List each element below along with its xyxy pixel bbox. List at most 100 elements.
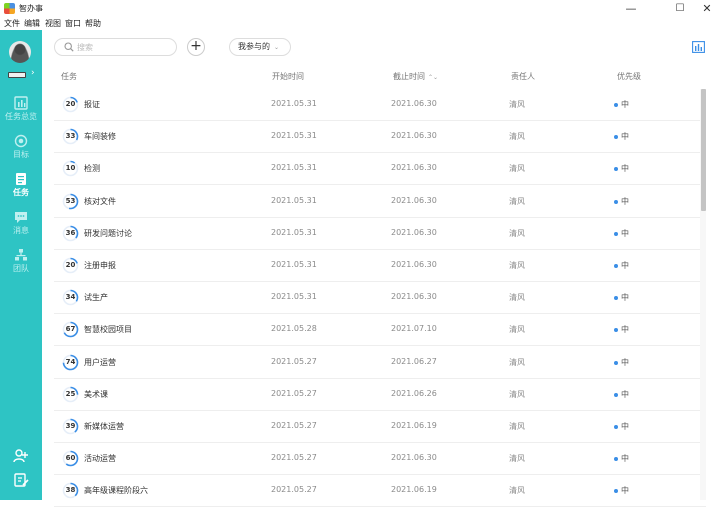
owner-name: 清风: [509, 293, 525, 303]
end-date: 2021.06.27: [391, 356, 437, 366]
priority-dot: [614, 135, 618, 140]
table-row[interactable]: 74 用户运营 2021.05.27 2021.06.27 清风 中: [54, 347, 706, 379]
sidebar-item-label: 任务总览: [5, 112, 37, 121]
column-task[interactable]: 任务: [61, 71, 77, 82]
table-row[interactable]: 60 活动运营 2021.05.27 2021.06.30 清风 中: [54, 443, 706, 476]
start-date: 2021.05.27: [271, 356, 317, 366]
close-button[interactable]: ✕: [694, 1, 720, 16]
maximize-button[interactable]: ☐: [667, 1, 693, 16]
priority-dot: [614, 425, 618, 429]
owner-name: 清风: [509, 422, 525, 431]
owner-name: 清风: [509, 261, 525, 270]
column-end[interactable]: 截止时间 ⌃⌄: [393, 71, 438, 82]
owner-name: 清风: [509, 228, 525, 238]
progress-ring: 20: [62, 96, 79, 113]
task-name[interactable]: 活动运营: [84, 453, 116, 464]
progress-value: 67: [65, 325, 76, 334]
table-row[interactable]: 38 高年级课程阶段六 2021.05.27 2021.06.19 清风 中: [54, 475, 706, 507]
add-task-button[interactable]: +: [187, 38, 205, 56]
end-date: 2021.06.19: [391, 485, 437, 495]
menu-file[interactable]: 文件: [4, 18, 20, 29]
owner-name: 清风: [509, 164, 525, 174]
priority-value: 中: [621, 357, 629, 367]
task-name[interactable]: 新媒体运营: [84, 421, 124, 432]
menu-edit[interactable]: 编辑: [24, 18, 40, 29]
sort-icon[interactable]: ⌃⌄: [428, 74, 438, 81]
column-priority[interactable]: 优先级: [617, 71, 641, 82]
task-name[interactable]: 检测: [84, 163, 100, 174]
owner-name: 清风: [509, 196, 525, 206]
table-row[interactable]: 53 核对文件 2021.05.31 2021.06.30 清风 中: [54, 186, 706, 218]
filter-dropdown[interactable]: 我参与的 ⌄: [229, 38, 291, 56]
start-date: 2021.05.31: [271, 99, 317, 108]
sidebar-item-target[interactable]: 目标: [0, 130, 42, 166]
table-row[interactable]: 39 新媒体运营 2021.05.27 2021.06.19 清风 中: [54, 411, 706, 443]
sidebar-item-team[interactable]: 团队: [0, 244, 42, 280]
view-toggle-icon[interactable]: [692, 41, 705, 53]
filter-label: 我参与的: [238, 42, 270, 51]
menu-window[interactable]: 窗口: [65, 18, 81, 29]
start-date: 2021.05.27: [271, 485, 317, 495]
task-name[interactable]: 研发问题讨论: [84, 228, 132, 239]
task-name[interactable]: 核对文件: [84, 196, 116, 207]
task-name[interactable]: 试生产: [84, 292, 108, 303]
priority-value: 中: [621, 196, 629, 206]
scrollbar-thumb[interactable]: [701, 89, 706, 211]
table-row[interactable]: 20 注册申报 2021.05.31 2021.06.30 清风 中: [54, 250, 706, 282]
chevron-right-icon[interactable]: ›: [31, 68, 35, 78]
edit-note-icon[interactable]: [13, 472, 29, 488]
minimize-button[interactable]: —: [618, 1, 644, 16]
sidebar: › 任务总览 目标 任务 消息 团队: [0, 30, 42, 500]
table-row[interactable]: 67 智慧校园项目 2021.05.28 2021.07.10 清风 中: [54, 314, 706, 347]
column-start[interactable]: 开始时间: [272, 71, 304, 82]
task-name[interactable]: 高年级课程阶段六: [84, 485, 148, 496]
start-date: 2021.05.28: [271, 324, 317, 334]
column-owner[interactable]: 责任人: [511, 71, 535, 82]
table-row[interactable]: 33 车间装修 2021.05.31 2021.06.30 清风 中: [54, 121, 706, 154]
end-date: 2021.06.30: [391, 260, 437, 269]
table-row[interactable]: 34 试生产 2021.05.31 2021.06.30 清风 中: [54, 282, 706, 315]
search-placeholder: 搜索: [77, 43, 93, 52]
task-name[interactable]: 报证: [84, 99, 100, 110]
task-name[interactable]: 用户运营: [84, 357, 116, 368]
avatar[interactable]: [9, 41, 31, 63]
main-content: 搜索 + 我参与的 ⌄ 任务 开始时间 截止时间 ⌃⌄ 责任人 优先级 20 报证 20…: [42, 30, 720, 507]
table-row[interactable]: 10 检测 2021.05.31 2021.06.30 清风 中: [54, 153, 706, 186]
message-icon: [15, 212, 27, 223]
priority-dot: [614, 457, 618, 462]
table-row[interactable]: 36 研发问题讨论 2021.05.31 2021.06.30 清风 中: [54, 218, 706, 250]
table-row[interactable]: 25 美术课 2021.05.27 2021.06.26 清风 中: [54, 379, 706, 411]
priority-value: 中: [621, 100, 629, 109]
task-name[interactable]: 车间装修: [84, 131, 116, 142]
owner-name: 清风: [509, 357, 525, 367]
progress-ring: 53: [62, 193, 79, 210]
progress-ring: 74: [62, 354, 79, 371]
add-member-icon[interactable]: [13, 448, 29, 464]
progress-value: 53: [65, 196, 76, 205]
sidebar-item-task[interactable]: 任务: [0, 168, 42, 204]
task-name[interactable]: 智慧校园项目: [84, 324, 132, 335]
start-date: 2021.05.31: [271, 260, 317, 269]
menu-help[interactable]: 帮助: [85, 18, 101, 29]
table-row[interactable]: 20 报证 2021.05.31 2021.06.30 清风 中: [54, 89, 706, 121]
priority-value: 中: [621, 422, 629, 431]
priority-dot: [614, 489, 618, 494]
progress-ring: 38: [62, 482, 79, 499]
task-name[interactable]: 注册申报: [84, 260, 116, 271]
sidebar-item-label: 团队: [13, 264, 29, 273]
sidebar-item-label: 目标: [13, 150, 29, 159]
search-input[interactable]: 搜索: [54, 38, 177, 56]
user-name-badge[interactable]: [8, 72, 26, 78]
sidebar-item-overview[interactable]: 任务总览: [0, 92, 42, 128]
end-date: 2021.06.30: [391, 195, 437, 205]
menu-view[interactable]: 视图: [45, 18, 61, 29]
start-date: 2021.05.31: [271, 195, 317, 205]
progress-ring: 33: [62, 128, 79, 145]
progress-ring: 25: [62, 386, 79, 403]
search-icon: [64, 42, 74, 52]
priority-dot: [614, 264, 618, 268]
progress-value: 60: [65, 454, 76, 463]
task-name[interactable]: 美术课: [84, 389, 108, 400]
column-end-label: 截止时间: [393, 72, 425, 81]
sidebar-item-message[interactable]: 消息: [0, 206, 42, 242]
